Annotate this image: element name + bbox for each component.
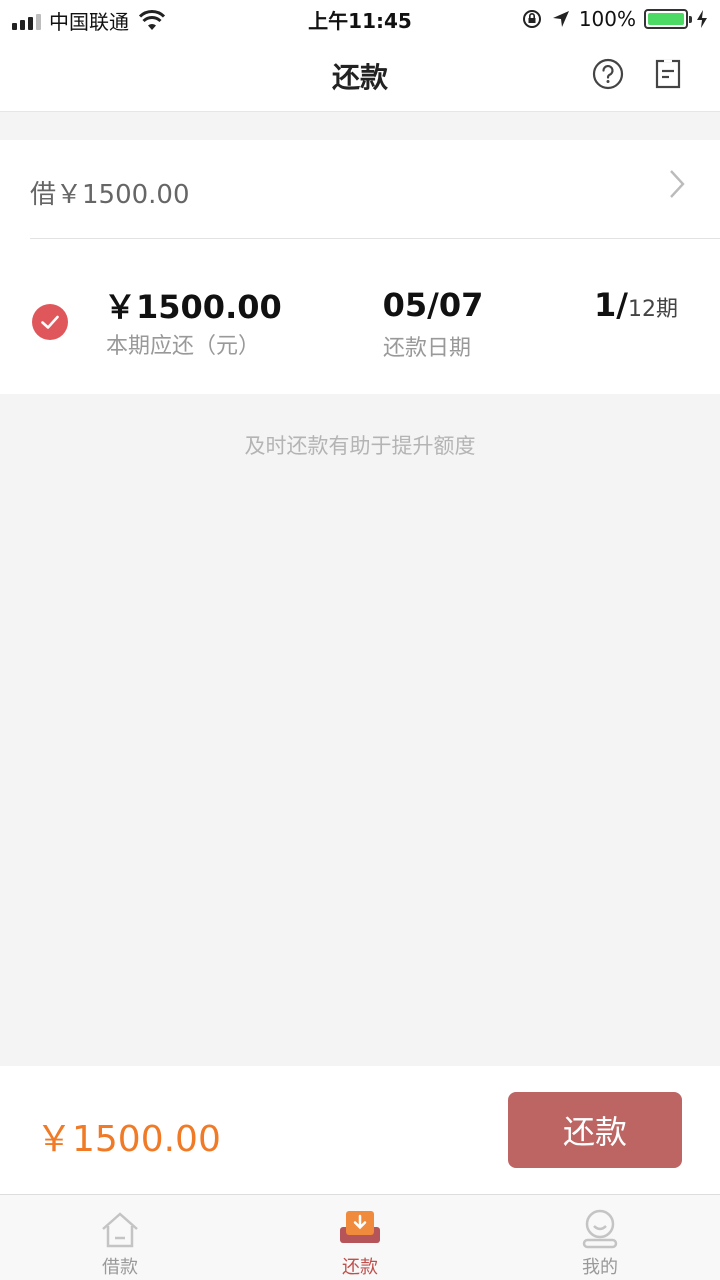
rotation-lock-icon	[522, 10, 541, 28]
tab-label: 借款	[102, 1257, 138, 1278]
nav-bar: 还款	[0, 38, 720, 112]
amount-due-label: 本期应还（元）	[106, 334, 261, 359]
tab-profile[interactable]: 我的	[480, 1195, 720, 1280]
installment-period: 1/12期	[594, 286, 678, 324]
loan-detail-link[interactable]: 借￥1500.00	[0, 140, 720, 238]
help-icon[interactable]	[592, 58, 624, 90]
status-left: 中国联通	[12, 6, 165, 35]
tab-borrow[interactable]: 借款	[0, 1195, 240, 1280]
page: 中国联通 上午11:45 100% 还款 借￥1500.00 ￥1500.00 …	[0, 0, 720, 1280]
divider	[30, 238, 720, 239]
repay-date-label: 还款日期	[382, 336, 471, 361]
battery-percent: 100%	[578, 7, 636, 31]
repay-date: 05/07	[382, 286, 484, 324]
status-bar: 中国联通 上午11:45 100%	[0, 0, 720, 38]
total-amount: ￥1500.00	[36, 1119, 221, 1160]
carrier-name: 中国联通	[49, 10, 129, 34]
pay-bar: ￥1500.00 还款	[0, 1066, 720, 1194]
tab-repay[interactable]: 还款	[240, 1195, 480, 1280]
location-icon	[552, 11, 569, 27]
wifi-icon	[139, 9, 165, 30]
chevron-right-icon	[670, 170, 685, 198]
period-current: 1/	[594, 286, 628, 324]
tab-label: 还款	[342, 1257, 378, 1278]
repay-icon	[340, 1211, 380, 1243]
check-icon[interactable]	[32, 304, 68, 340]
charging-icon	[697, 10, 707, 28]
battery-icon	[644, 9, 692, 29]
bill-icon[interactable]	[652, 58, 684, 90]
amount-due: ￥1500.00	[104, 288, 282, 326]
loan-card: 借￥1500.00 ￥1500.00 本期应还（元） 05/07 还款日期 1/…	[0, 140, 720, 394]
loan-title: 借￥1500.00	[30, 180, 190, 210]
period-total: 12期	[627, 297, 678, 322]
repay-button[interactable]: 还款	[508, 1092, 682, 1168]
tab-bar: 借款 还款 我的	[0, 1194, 720, 1280]
tab-label: 我的	[582, 1257, 618, 1278]
house-icon	[102, 1212, 138, 1248]
signal-icon	[12, 12, 41, 30]
profile-icon	[582, 1209, 618, 1249]
tip-text: 及时还款有助于提升额度	[244, 434, 476, 458]
status-right: 100%	[521, 7, 708, 31]
